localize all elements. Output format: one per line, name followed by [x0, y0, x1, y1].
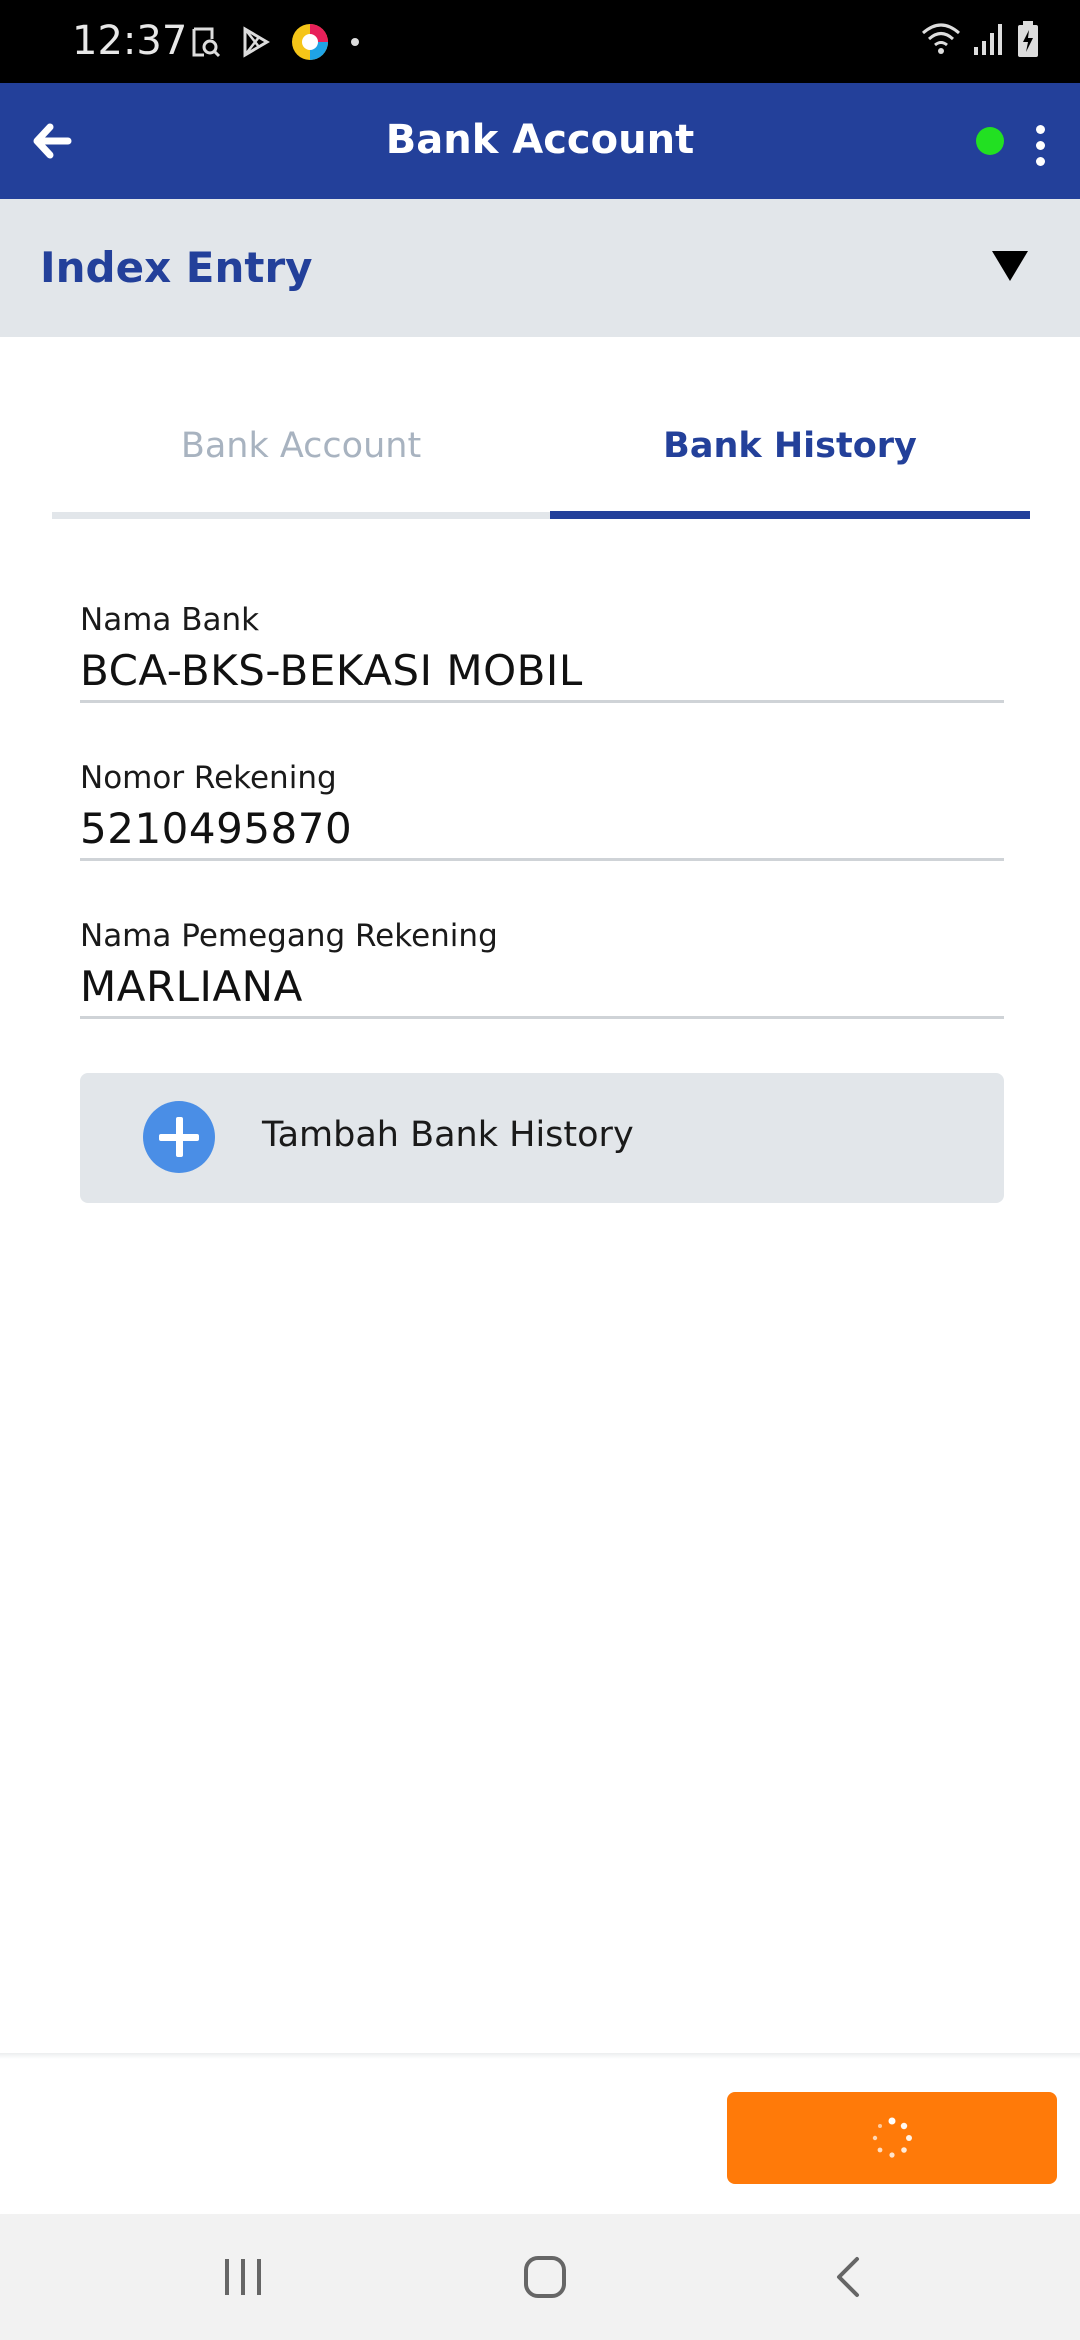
more-options-button[interactable] [1020, 115, 1060, 175]
tab-bank-history[interactable]: Bank History [550, 426, 1030, 466]
nama-bank-value[interactable]: BCA-BKS-BEKASI MOBIL [80, 646, 1004, 695]
index-entry-title: Index Entry [40, 243, 313, 292]
bottom-divider [0, 2053, 1080, 2059]
app-bar: Bank Account [0, 83, 1080, 199]
notification-dot-icon [351, 38, 359, 46]
nama-bank-label: Nama Bank [80, 602, 260, 638]
nama-pemegang-label: Nama Pemegang Rekening [80, 918, 498, 954]
nomor-rekening-label: Nomor Rekening [80, 760, 337, 796]
chevron-left-icon [837, 2257, 859, 2297]
online-status-dot [976, 127, 1004, 155]
submit-button[interactable] [727, 2092, 1057, 2184]
nomor-rekening-value[interactable]: 5210495870 [80, 804, 1004, 853]
tab-active-indicator [550, 511, 1030, 519]
tab-underline [52, 512, 550, 519]
triangle-down-icon[interactable] [990, 249, 1030, 283]
home-button[interactable] [505, 2244, 585, 2310]
nama-pemegang-field[interactable]: Nama Pemegang Rekening MARLIANA [80, 918, 1004, 1020]
index-entry-header[interactable]: Index Entry [0, 199, 1080, 337]
home-icon [524, 2256, 566, 2298]
status-time: 12:37 [72, 18, 188, 64]
wifi-icon [922, 23, 960, 54]
screenshot-icon [192, 27, 221, 58]
nama-pemegang-value[interactable]: MARLIANA [80, 962, 1004, 1011]
nomor-rekening-field[interactable]: Nomor Rekening 5210495870 [80, 760, 1004, 862]
add-bank-history-label: Tambah Bank History [262, 1115, 634, 1155]
status-bar: 12:37 [0, 0, 1080, 83]
system-nav-bar [0, 2214, 1080, 2340]
more-vertical-icon [1035, 124, 1045, 134]
recent-apps-button[interactable] [203, 2244, 283, 2310]
page-title: Bank Account [385, 117, 695, 163]
play-store-icon [243, 26, 270, 58]
add-bank-history-button[interactable]: Tambah Bank History [80, 1073, 1004, 1203]
recent-apps-icon [225, 2259, 261, 2295]
plus-circle-icon [143, 1101, 215, 1173]
field-underline [80, 858, 1004, 861]
nama-bank-field[interactable]: Nama Bank BCA-BKS-BEKASI MOBIL [80, 602, 1004, 704]
tab-bar: Bank Account Bank History [52, 400, 1030, 520]
battery-charging-icon [1018, 21, 1038, 57]
field-underline [80, 700, 1004, 703]
app-icon [292, 24, 328, 60]
signal-icon [974, 24, 1002, 55]
tab-bank-account[interactable]: Bank Account [52, 426, 550, 466]
field-underline [80, 1016, 1004, 1019]
loading-spinner-icon [872, 2117, 912, 2158]
back-nav-button[interactable] [808, 2244, 888, 2310]
